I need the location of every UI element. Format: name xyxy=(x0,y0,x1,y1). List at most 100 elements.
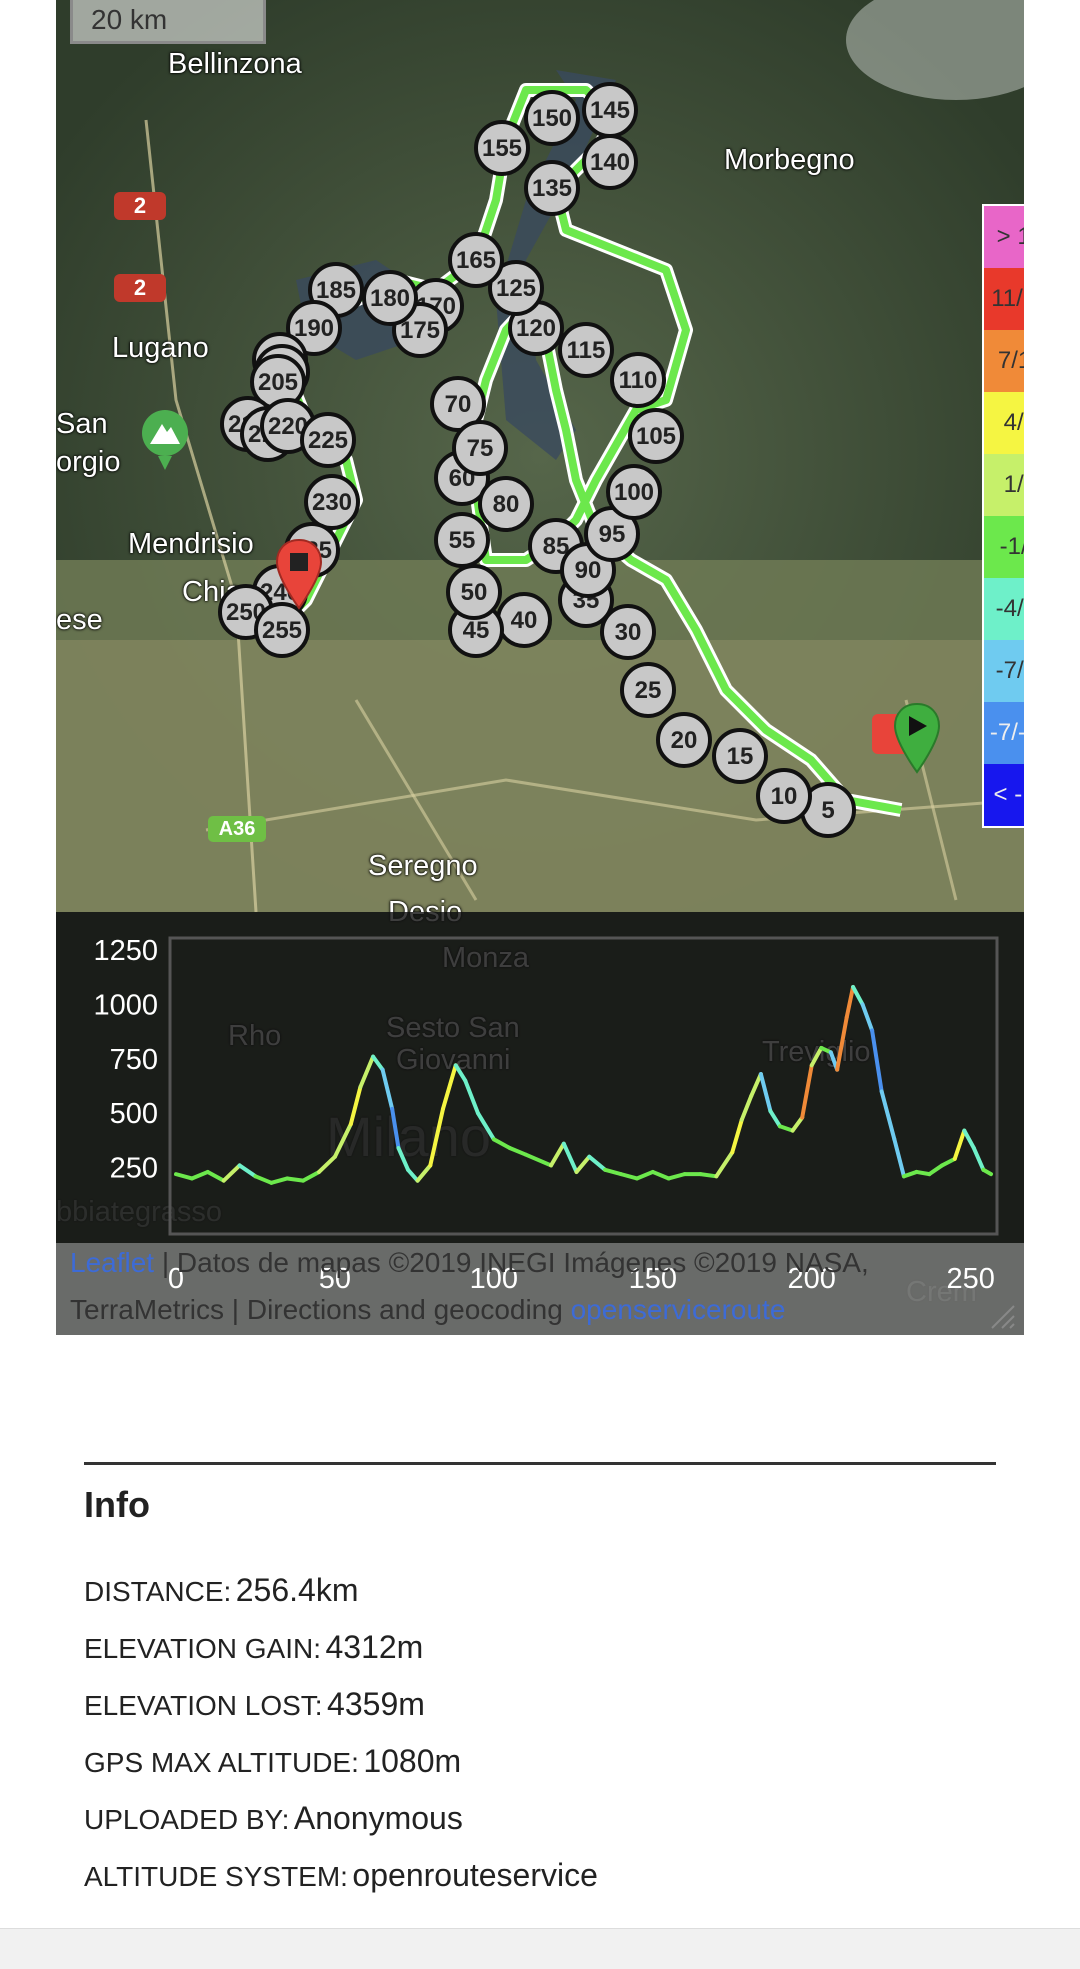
elevation-segment xyxy=(870,1028,884,1094)
svg-text:180: 180 xyxy=(370,285,410,312)
y-tick-label: 1000 xyxy=(93,989,158,1021)
route-marker-10[interactable]: 10 xyxy=(756,768,812,824)
openserviceroute-link[interactable]: openserviceroute xyxy=(571,1294,786,1325)
elevation-segment xyxy=(269,1176,290,1185)
elevation-segment xyxy=(714,1150,735,1179)
info-value: 1080m xyxy=(363,1743,462,1779)
elevation-segment xyxy=(428,1106,446,1168)
elevation-segment xyxy=(650,1169,671,1181)
svg-text:190: 190 xyxy=(294,315,334,342)
route-marker-20[interactable]: 20 xyxy=(656,712,712,768)
svg-text:185: 185 xyxy=(316,277,356,304)
elevation-segment xyxy=(730,1117,744,1155)
legend-row: -7/-4% xyxy=(984,640,1024,702)
elevation-segment xyxy=(390,1106,401,1151)
route-marker-145[interactable]: 145 xyxy=(582,82,638,138)
bottom-edge xyxy=(0,1928,1080,1969)
elevation-segment xyxy=(371,1054,385,1072)
info-label: ELEVATION LOST: xyxy=(84,1690,323,1721)
elevation-segment xyxy=(491,1137,512,1151)
elevation-segment xyxy=(189,1169,210,1181)
elevation-segment xyxy=(475,1111,496,1142)
map-attribution-line2: TerraMetrics | Directions and geocoding … xyxy=(70,1294,786,1325)
route-marker-225[interactable]: 225 xyxy=(300,412,356,468)
elevation-segment xyxy=(561,1141,579,1174)
svg-text:45: 45 xyxy=(463,617,490,644)
svg-text:20: 20 xyxy=(671,727,698,754)
info-value: 256.4km xyxy=(235,1572,359,1608)
info-divider xyxy=(84,1462,996,1465)
slope-legend: > 17%11/17%7/11%4/7%1/4%-1/1%-4/-1%-7/-4… xyxy=(982,204,1024,828)
info-value: 4359m xyxy=(327,1686,425,1722)
elevation-segment xyxy=(348,1085,363,1127)
svg-text:100: 100 xyxy=(614,479,654,506)
y-tick-label: 500 xyxy=(110,1098,158,1130)
svg-text:70: 70 xyxy=(445,391,472,418)
y-tick-label: 1250 xyxy=(93,935,158,967)
elevation-segment xyxy=(574,1154,592,1174)
legend-row: 4/7% xyxy=(984,392,1024,454)
y-tick-label: 750 xyxy=(110,1044,158,1076)
svg-text:135: 135 xyxy=(532,175,572,202)
elevation-segment xyxy=(406,1167,420,1183)
elevation-segment xyxy=(317,1154,337,1174)
elevation-segment xyxy=(332,1122,353,1159)
route-marker-115[interactable]: 115 xyxy=(558,322,614,378)
route-marker-80[interactable]: 80 xyxy=(478,476,534,532)
elevation-segment xyxy=(892,1137,906,1179)
route-marker-150[interactable]: 150 xyxy=(524,90,580,146)
map-view[interactable]: 20 km Bellinzona Morbegno Lugano San orgio Me… xyxy=(56,0,1024,1335)
route-marker-50[interactable]: 50 xyxy=(446,564,502,620)
svg-text:155: 155 xyxy=(482,135,522,162)
elevation-segment xyxy=(587,1154,608,1172)
elevation-segment xyxy=(666,1172,687,1181)
info-row: ELEVATION GAIN: 4312m xyxy=(84,1629,423,1666)
svg-text:75: 75 xyxy=(467,435,494,462)
elevation-segment xyxy=(851,984,865,1007)
route-marker-180[interactable]: 180 xyxy=(362,270,418,326)
svg-text:40: 40 xyxy=(511,607,538,634)
svg-text:95: 95 xyxy=(599,521,626,548)
info-label: ELEVATION GAIN: xyxy=(84,1633,322,1664)
elevation-segment xyxy=(415,1163,433,1183)
elevation-segment xyxy=(253,1174,274,1185)
svg-text:230: 230 xyxy=(312,489,352,516)
route-marker-25[interactable]: 25 xyxy=(620,662,676,718)
svg-text:140: 140 xyxy=(590,149,630,176)
elevation-segment xyxy=(441,1063,458,1111)
start-marker-icon[interactable] xyxy=(872,700,948,796)
resize-handle-icon[interactable] xyxy=(986,1300,1016,1330)
route-marker-140[interactable]: 140 xyxy=(582,134,638,190)
route-marker-100[interactable]: 100 xyxy=(606,464,662,520)
svg-text:115: 115 xyxy=(567,337,606,364)
elevation-segment xyxy=(844,984,856,1020)
route-marker-230[interactable]: 230 xyxy=(304,474,360,530)
info-row: ELEVATION LOST: 4359m xyxy=(84,1686,425,1723)
info-row: GPS MAX ALTITUDE: 1080m xyxy=(84,1743,461,1780)
elevation-segment xyxy=(463,1078,480,1116)
route-marker-135[interactable]: 135 xyxy=(524,160,580,216)
elevation-segment xyxy=(777,1124,795,1133)
legend-row: -7/-11% xyxy=(984,702,1024,764)
svg-text:205: 205 xyxy=(258,369,298,396)
legend-row: < -11% xyxy=(984,764,1024,826)
route-marker-55[interactable]: 55 xyxy=(434,512,490,568)
elevation-segment xyxy=(698,1172,719,1179)
route-marker-75[interactable]: 75 xyxy=(452,420,508,476)
svg-text:175: 175 xyxy=(400,317,440,344)
elevation-segment xyxy=(835,1015,849,1072)
route-marker-15[interactable]: 15 xyxy=(712,728,768,784)
info-value: openrouteservice xyxy=(352,1857,598,1893)
elevation-segment xyxy=(971,1146,986,1172)
route-marker-40[interactable]: 40 xyxy=(496,592,552,648)
route-marker-110[interactable]: 110 xyxy=(610,352,666,408)
route-marker-105[interactable]: 105 xyxy=(628,408,684,464)
elevation-segment xyxy=(809,1045,824,1068)
elevation-segment xyxy=(981,1167,993,1177)
route-marker-165[interactable]: 165 xyxy=(448,232,504,288)
info-row: UPLOADED BY: Anonymous xyxy=(84,1800,463,1837)
chart-frame xyxy=(168,936,999,1236)
end-marker-icon[interactable] xyxy=(274,538,324,618)
leaflet-link[interactable]: Leaflet xyxy=(70,1247,154,1278)
route-marker-155[interactable]: 155 xyxy=(474,120,530,176)
